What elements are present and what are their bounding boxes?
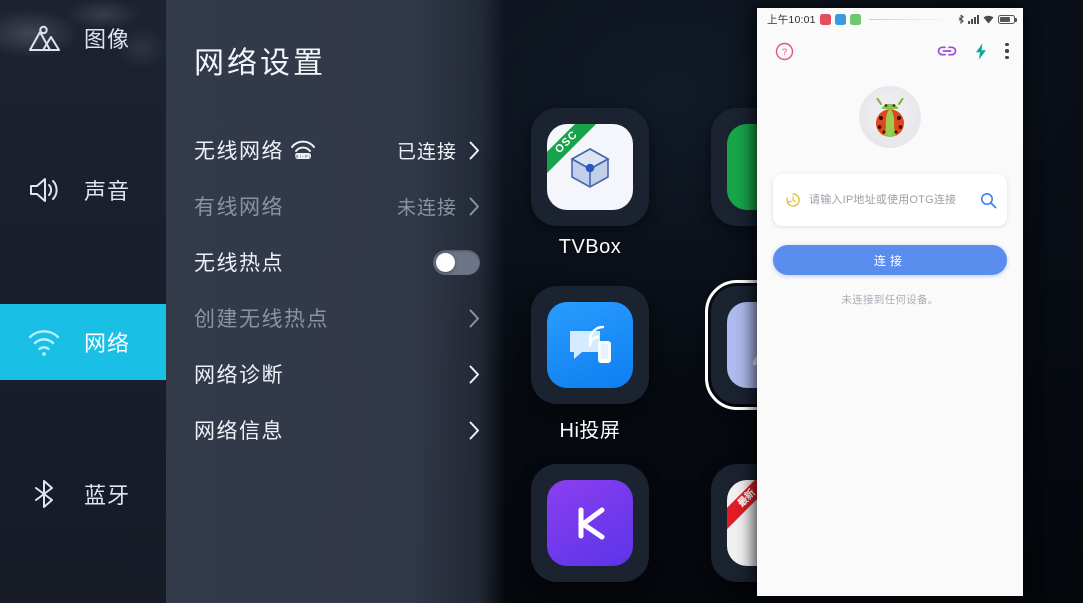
settings-value-wireless-network: 已连接: [396, 141, 457, 163]
history-clock-icon[interactable]: [785, 192, 801, 208]
connect-button[interactable]: 连接: [773, 245, 1007, 275]
search-magnifier-icon[interactable]: [980, 192, 997, 209]
battery-icon: [998, 14, 1017, 24]
app-label-tvbox: TVBox: [558, 236, 622, 258]
settings-row-network-info[interactable]: 网络信息: [194, 410, 480, 450]
sidebar-label-sound: 声音: [84, 179, 131, 204]
speaker-icon: [30, 178, 58, 202]
bluetooth-icon: [35, 480, 53, 508]
image-icon: [29, 25, 60, 51]
toggle-knob: [436, 252, 455, 272]
app-icon-letter-k-icon: [547, 480, 633, 566]
app-icon-screencast-icon: [547, 302, 633, 388]
toolbar-right-actions: [937, 43, 1009, 60]
app-tile-k-app[interactable]: [531, 464, 649, 582]
link-chain-icon[interactable]: [937, 44, 957, 58]
help-circle-icon[interactable]: ?: [775, 42, 794, 61]
ladybug-android-icon: [876, 98, 904, 137]
status-bar-red-badge-icon: [819, 13, 831, 25]
settings-label-network-info: 网络信息: [194, 420, 284, 443]
blue-cube-icon: [570, 148, 610, 188]
status-bar-divider: [868, 18, 950, 20]
settings-label-wireless-network: 无线网络: [194, 140, 284, 163]
lightning-bolt-icon[interactable]: [975, 43, 987, 60]
phone-status-bar: 上午10:01: [757, 8, 1023, 30]
settings-row-wired-network[interactable]: 有线网络 未连接: [194, 186, 480, 226]
app-logo: [859, 86, 921, 148]
ip-address-field[interactable]: 请输入IP地址或使用OTG连接: [773, 174, 1007, 226]
bluetooth-icon: [958, 14, 964, 24]
connection-status-text: 未连接到任何设备。: [841, 294, 939, 306]
svg-text:?: ?: [782, 47, 787, 58]
app-cell-k-app[interactable]: [520, 464, 660, 603]
app-label-hitouping: Hi投屏: [559, 420, 621, 442]
sidebar-label-image: 图像: [84, 27, 131, 52]
sidebar-item-image[interactable]: 图像: [0, 0, 166, 76]
screencast-icon: [570, 325, 611, 363]
settings-row-network-diagnostics[interactable]: 网络诊断: [194, 354, 480, 394]
chevron-right-icon: [469, 197, 479, 215]
kebab-menu-icon[interactable]: [1005, 43, 1009, 59]
letter-k-icon: [578, 507, 605, 540]
status-bar-green-badge-icon: [849, 13, 861, 25]
app-tile-hitouping[interactable]: [531, 286, 649, 404]
status-bar-system-icons: [958, 14, 1017, 24]
wifi-logo-badge-icon: Wi-Fi: [288, 138, 318, 166]
status-bar-time: 上午10:01: [767, 13, 816, 26]
chevron-right-icon: [469, 309, 479, 327]
settings-value-wired-network: 未连接: [396, 197, 457, 219]
settings-row-create-hotspot[interactable]: 创建无线热点: [194, 298, 480, 338]
sidebar-label-bluetooth: 蓝牙: [84, 483, 131, 508]
app-column-left: OSC TVBox Hi投屏: [520, 108, 660, 603]
app-tile-tvbox[interactable]: OSC: [531, 108, 649, 226]
chevron-right-icon: [469, 421, 479, 439]
sidebar-item-bluetooth[interactable]: 蓝牙: [0, 456, 166, 532]
sidebar-item-sound[interactable]: 声音: [0, 152, 166, 228]
chevron-right-icon: [469, 365, 479, 383]
chevron-right-icon: [469, 141, 479, 159]
sidebar-label-network: 网络: [84, 331, 131, 356]
signal-icon: [968, 14, 979, 24]
status-bar-blue-badge-icon: [834, 13, 846, 25]
app-cell-tvbox[interactable]: OSC TVBox: [520, 108, 660, 286]
page-title: 网络设置: [194, 47, 326, 80]
settings-sidebar: 图像 声音 网络 蓝牙 AI AI: [0, 0, 166, 603]
phone-mirror-panel: 上午10:01 ? 请输入IP地址或使用OTG连接 连接 未连接到任何设备。: [757, 8, 1023, 596]
settings-row-wireless-hotspot[interactable]: 无线热点: [194, 242, 480, 282]
settings-label-wired-network: 有线网络: [194, 196, 284, 219]
settings-label-network-diagnostics: 网络诊断: [194, 364, 284, 387]
wireless-hotspot-toggle[interactable]: [433, 249, 480, 275]
ip-address-placeholder: 请输入IP地址或使用OTG连接: [809, 193, 957, 206]
sidebar-item-network[interactable]: 网络: [0, 304, 166, 380]
svg-text:Wi-Fi: Wi-Fi: [294, 154, 312, 159]
settings-label-wireless-hotspot: 无线热点: [194, 252, 284, 275]
settings-label-create-hotspot: 创建无线热点: [194, 308, 329, 331]
app-icon-blue-cube-icon: OSC: [547, 124, 633, 210]
wifi-icon: [28, 330, 60, 356]
network-settings-panel: 网络设置 无线网络 Wi-Fi 已连接 有线网络 未连接 无线热点 创建无线热点…: [166, 0, 506, 603]
wifi-icon: [983, 15, 994, 23]
app-cell-hitouping[interactable]: Hi投屏: [520, 286, 660, 464]
phone-app-toolbar: ?: [757, 30, 1023, 72]
settings-row-wireless-network[interactable]: 无线网络 Wi-Fi 已连接: [194, 130, 480, 170]
